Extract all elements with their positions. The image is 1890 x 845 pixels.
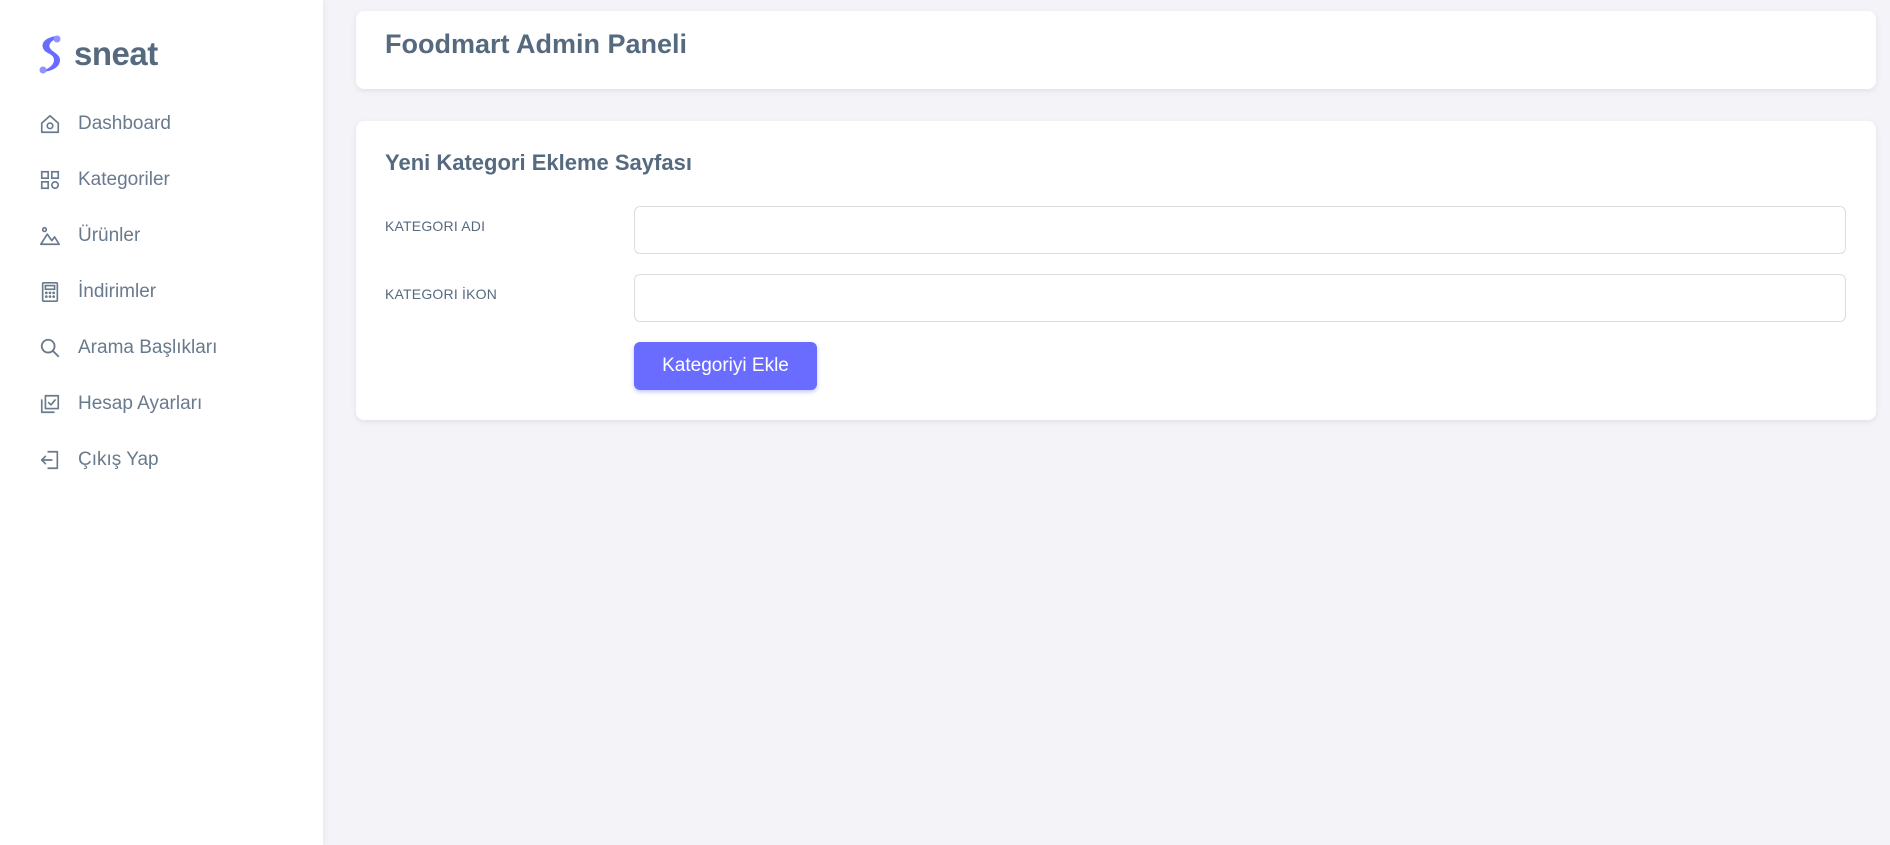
brand[interactable]: sneat [36,34,158,74]
category-icon-label: KATEGORI İKON [385,286,498,302]
sidebar-item-cikis-yap[interactable]: Çıkış Yap [0,432,323,488]
sidebar-item-urunler[interactable]: Ürünler [0,208,323,264]
brand-logo-icon [39,35,61,74]
sidebar-item-label: İndirimler [78,281,157,302]
sidebar: sneat Dashboard Kategoriler Ürünler İndi… [0,0,323,845]
category-name-input[interactable] [634,206,1846,254]
landscape-icon [38,224,62,248]
sidebar-item-label: Dashboard [78,113,171,134]
header-card: Foodmart Admin Paneli [356,11,1876,89]
calculator-icon [38,280,62,304]
search-icon [38,336,62,360]
sidebar-item-label: Çıkış Yap [78,449,159,470]
sidebar-menu: Dashboard Kategoriler Ürünler İndirimler… [0,96,323,488]
sidebar-item-label: Hesap Ayarları [78,393,203,414]
sidebar-item-indirimler[interactable]: İndirimler [0,264,323,320]
home-icon [38,112,62,136]
logout-icon [38,448,62,472]
sidebar-item-label: Arama Başlıkları [78,337,218,358]
category-icon-input[interactable] [634,274,1846,322]
sidebar-item-dashboard[interactable]: Dashboard [0,96,323,152]
grid-icon [38,168,62,192]
category-name-label: KATEGORI ADI [385,218,486,234]
checklist-icon [38,392,62,416]
sidebar-item-label: Ürünler [78,225,141,246]
sidebar-item-label: Kategoriler [78,169,170,190]
category-form-card: Yeni Kategori Ekleme Sayfası KATEGORI AD… [356,121,1876,420]
form-title: Yeni Kategori Ekleme Sayfası [385,150,692,175]
sidebar-item-arama-basliklari[interactable]: Arama Başlıkları [0,320,323,376]
sidebar-item-kategoriler[interactable]: Kategoriler [0,152,323,208]
page-title: Foodmart Admin Paneli [385,29,688,59]
sidebar-item-hesap-ayarlari[interactable]: Hesap Ayarları [0,376,323,432]
brand-name: sneat [74,35,158,72]
add-category-button[interactable]: Kategoriyi Ekle [634,342,817,390]
